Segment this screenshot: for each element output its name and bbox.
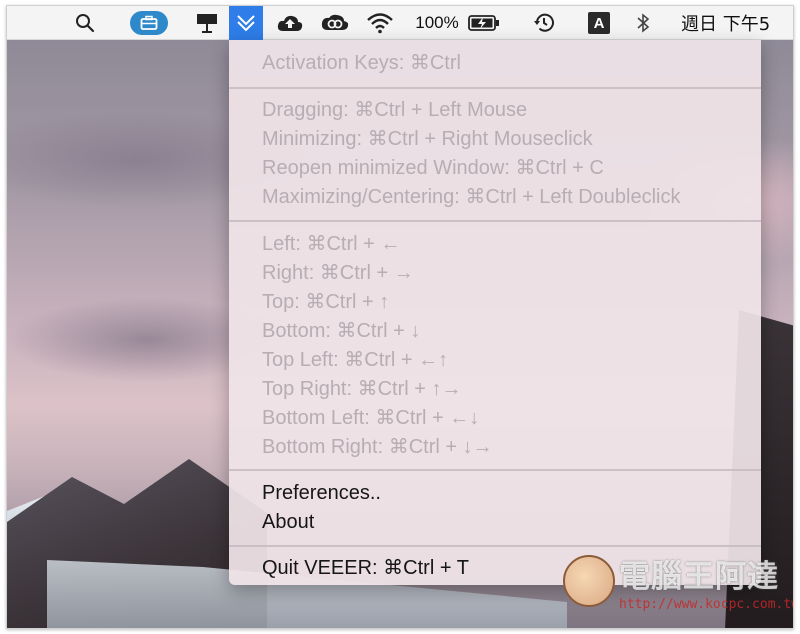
- menu-item-preferences[interactable]: Preferences..: [262, 481, 381, 505]
- menu-item-right: Right: ⌘Ctrl + →: [262, 262, 414, 284]
- wifi-icon[interactable]: [363, 6, 397, 40]
- cloud-upload-icon[interactable]: [273, 6, 307, 40]
- menu-item-top-right: Top Right: ⌘Ctrl + ↑→: [262, 378, 462, 400]
- clock-label: 週日 下午5: [681, 14, 771, 35]
- watermark-mascot-icon: [563, 555, 615, 607]
- menu-item-top-left: Top Left: ⌘Ctrl + ←↑: [262, 349, 449, 371]
- menu-item-reopen-minimized: Reopen minimized Window: ⌘Ctrl + C: [262, 157, 604, 179]
- menu-item-bottom-right: Bottom Right: ⌘Ctrl + ↓→: [262, 436, 493, 458]
- menu-separator: [229, 87, 761, 89]
- watermark-url: http://www.kocpc.com.tw: [619, 597, 794, 612]
- battery-percent-label: 100%: [415, 13, 459, 32]
- menu-item-left: Left: ⌘Ctrl + ←: [262, 233, 401, 255]
- menu-item-quit[interactable]: Quit VEEER: ⌘Ctrl + T: [262, 556, 469, 580]
- toolbox-icon: [130, 11, 168, 35]
- menu-separator: [229, 469, 761, 471]
- bluetooth-icon[interactable]: [631, 6, 655, 40]
- menu-item-top: Top: ⌘Ctrl + ↑: [262, 291, 390, 313]
- presentation-icon[interactable]: [191, 6, 223, 40]
- veeer-dropdown-menu: Activation Keys: ⌘Ctrl Dragging: ⌘Ctrl +…: [229, 40, 761, 585]
- menu-bar: 100% A 週日 下午5: [7, 6, 793, 40]
- time-machine-icon[interactable]: [527, 6, 561, 40]
- clock[interactable]: 週日 下午5: [681, 6, 793, 40]
- screenshot-frame: 100% A 週日 下午5 Activation Keys: ⌘Ctrl Dra…: [6, 5, 794, 629]
- menu-item-minimizing: Minimizing: ⌘Ctrl + Right Mouseclick: [262, 128, 593, 150]
- creative-cloud-icon[interactable]: [317, 6, 353, 40]
- menu-item-bottom: Bottom: ⌘Ctrl + ↓: [262, 320, 421, 342]
- menu-item-bottom-left: Bottom Left: ⌘Ctrl + ←↓: [262, 407, 480, 429]
- menu-separator: [229, 545, 761, 547]
- menu-item-activation-keys: Activation Keys: ⌘Ctrl: [262, 52, 461, 74]
- menu-item-maximizing: Maximizing/Centering: ⌘Ctrl + Left Doubl…: [262, 186, 681, 208]
- input-source-icon[interactable]: A: [585, 6, 613, 40]
- battery-percentage[interactable]: 100%: [411, 6, 463, 40]
- veeer-icon: [229, 6, 263, 40]
- menu-separator: [229, 220, 761, 222]
- menu-item-dragging: Dragging: ⌘Ctrl + Left Mouse: [262, 99, 528, 121]
- menu-item-about[interactable]: About: [262, 510, 314, 534]
- input-source-badge: A: [588, 12, 610, 34]
- toolbox-button[interactable]: [129, 6, 169, 40]
- watermark-title: 電腦王阿達: [619, 559, 779, 595]
- watermark: 電腦王阿達 http://www.kocpc.com.tw: [563, 551, 794, 626]
- battery-icon[interactable]: [465, 6, 503, 40]
- veeer-menu-button[interactable]: [229, 6, 263, 40]
- search-icon[interactable]: [69, 6, 101, 40]
